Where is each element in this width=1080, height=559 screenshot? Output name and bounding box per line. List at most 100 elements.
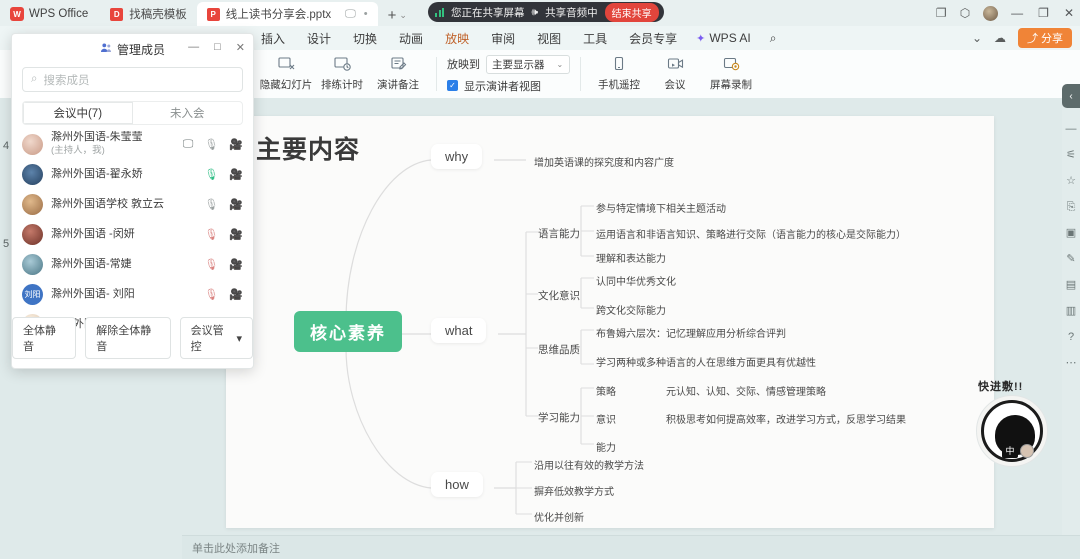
maximize-button[interactable]: ❐ xyxy=(1038,6,1049,20)
screen-share-icon[interactable]: 🖵 xyxy=(183,138,194,151)
mic-on-icon[interactable]: 🎙 xyxy=(204,168,218,181)
menu-item-slideshow[interactable]: 放映 xyxy=(434,28,480,52)
member-row-0[interactable]: 滁州外国语-朱莹莹 (主持人，我) 🖵 🎙 🎥 xyxy=(12,129,253,159)
mindmap-node-thinking-quality[interactable]: 思维品质 xyxy=(538,342,580,357)
slide-canvas-area[interactable]: 主要内容 核心素养 why 增加英语课的探究度和内容广度 what 语言能力 参… xyxy=(182,98,1062,535)
mindmap-leaf-learn-strategy[interactable]: 策略 xyxy=(596,383,616,398)
mindmap-detail-learn-awareness[interactable]: 积极思考如何提高效率，改进学习方式，反思学习结果 xyxy=(666,411,906,426)
mic-off-icon[interactable]: 🎙 xyxy=(204,258,218,271)
mindmap-leaf-how-2[interactable]: 摒弃低效教学方式 xyxy=(534,483,614,498)
help-circle-icon[interactable]: ? xyxy=(1068,332,1074,343)
mindmap-node-why[interactable]: why xyxy=(431,144,483,169)
notes-bar[interactable]: 单击此处添加备注 xyxy=(182,535,1080,559)
camera-off-icon[interactable]: 🎥 xyxy=(229,168,243,181)
mindmap-leaf-learn-ability[interactable]: 能力 xyxy=(596,439,616,454)
sliders-icon[interactable]: ⚟ xyxy=(1066,150,1076,161)
more-dots-icon[interactable]: ⋯ xyxy=(1066,358,1077,369)
help-icon[interactable]: ⌄ xyxy=(972,31,982,45)
mindmap-node-language-ability[interactable]: 语言能力 xyxy=(538,226,580,241)
mindmap-detail-learn-strategy[interactable]: 元认知、认知、交际、情感管理策略 xyxy=(666,383,826,398)
menu-item-member[interactable]: 会员专享 xyxy=(618,28,688,49)
member-row-3[interactable]: 滁州外国语 -闵妍 🎙 🎥 xyxy=(12,219,253,249)
phone-remote-button[interactable]: 手机遥控 xyxy=(591,56,647,92)
close-button[interactable]: ✕ xyxy=(1064,6,1074,20)
camera-off-icon[interactable]: 🎥 xyxy=(229,198,243,211)
member-panel-close[interactable]: ✕ xyxy=(236,41,245,54)
mindmap-leaf-how-1[interactable]: 沿用以往有效的教学方法 xyxy=(534,457,644,472)
camera-off-icon[interactable]: 🎥 xyxy=(229,288,243,301)
mindmap-leaf-how-3[interactable]: 优化并创新 xyxy=(534,509,584,524)
cloud-icon[interactable]: ☁ xyxy=(994,31,1006,45)
member-panel-footer[interactable]: 全体静音 解除全体静音 会议管控 ▾ xyxy=(12,317,253,359)
member-list[interactable]: 滁州外国语-朱莹莹 (主持人，我) 🖵 🎙 🎥 滁州外国语-翟永娇 🎙 🎥 滁州… xyxy=(12,129,253,334)
menu-item-wps-ai[interactable]: ✦ WPS AI xyxy=(688,29,759,47)
avatar[interactable] xyxy=(983,5,999,21)
image-icon[interactable]: ▣ xyxy=(1066,228,1076,239)
share-button[interactable]: ⤴ 分享 xyxy=(1018,28,1072,48)
mindmap-leaf-think-1[interactable]: 布鲁姆六层次：记忆理解应用分析综合评判 xyxy=(596,325,786,340)
tab-extra-icons[interactable]: 🖵 • xyxy=(345,8,367,21)
mic-off-icon[interactable]: 🎙 xyxy=(204,228,218,241)
menu-item-tools[interactable]: 工具 xyxy=(572,28,618,49)
mindmap-leaf-think-2[interactable]: 学习两种或多种语言的人在思维方面更具有优越性 xyxy=(596,354,816,369)
mindmap-node-how[interactable]: how xyxy=(431,472,483,497)
mic-icon[interactable]: 🎙 xyxy=(204,138,218,151)
tab-close-dot-icon[interactable]: • xyxy=(364,8,368,20)
mindmap-node-learning-ability[interactable]: 学习能力 xyxy=(538,410,580,425)
mindmap-leaf-lang-3[interactable]: 理解和表达能力 xyxy=(596,250,666,265)
search-icon[interactable]: ⌕ xyxy=(759,29,788,48)
browser-tab-template[interactable]: D 找稿壳模板 xyxy=(100,2,197,26)
magic-wand-icon[interactable]: ✎ xyxy=(1066,254,1075,265)
menu-item-transition[interactable]: 切换 xyxy=(342,28,388,49)
presenter-view-checkbox[interactable]: ✓ xyxy=(447,80,458,91)
member-search-input[interactable]: ⌕ 搜索成员 xyxy=(22,67,243,92)
mindmap-leaf-culture-2[interactable]: 跨文化交际能力 xyxy=(596,302,666,317)
member-row-2[interactable]: 滁州外国语学校 敦立云 🎙 🎥 xyxy=(12,189,253,219)
member-row-4[interactable]: 滁州外国语-常婕 🎙 🎥 xyxy=(12,249,253,279)
camera-off-icon[interactable]: 🎥 xyxy=(229,228,243,241)
mindmap-core-node[interactable]: 核心素养 xyxy=(294,311,402,352)
hide-slide-button[interactable]: 隐藏幻灯片 xyxy=(258,56,314,92)
minus-icon[interactable]: — xyxy=(1066,124,1077,135)
end-share-button[interactable]: 结束共享 xyxy=(604,2,659,22)
member-row-1[interactable]: 滁州外国语-翟永娇 🎙 🎥 xyxy=(12,159,253,189)
menu-item-animation[interactable]: 动画 xyxy=(388,28,434,49)
book-icon[interactable]: ▤ xyxy=(1066,280,1076,291)
toolbox-icon[interactable]: ▥ xyxy=(1066,306,1076,317)
mindmap-leaf-culture-1[interactable]: 认同中华优秀文化 xyxy=(596,273,676,288)
box-icon[interactable]: ⬡ xyxy=(960,6,970,20)
menu-item-design[interactable]: 设计 xyxy=(296,28,342,49)
member-icons-2[interactable]: 🎙 🎥 xyxy=(204,198,243,211)
mindmap-leaf-why-1[interactable]: 增加英语课的探究度和内容广度 xyxy=(534,154,674,169)
member-icons-5[interactable]: 🎙 🎥 xyxy=(204,288,243,301)
browser-tab-pptx[interactable]: P 线上读书分享会.pptx 🖵 • xyxy=(196,2,378,26)
member-icons-0[interactable]: 🖵 🎙 🎥 xyxy=(183,138,243,151)
member-icons-3[interactable]: 🎙 🎥 xyxy=(204,228,243,241)
slide-content[interactable]: 主要内容 核心素养 why 增加英语课的探究度和内容广度 what 语言能力 参… xyxy=(226,116,994,528)
mindmap-leaf-learn-awareness[interactable]: 意识 xyxy=(596,411,616,426)
presenter-view-row[interactable]: ✓ 显示演讲者视图 xyxy=(447,78,570,94)
mindmap-leaf-lang-1[interactable]: 参与特定情境下相关主题活动 xyxy=(596,200,726,215)
member-panel-minimize[interactable]: — xyxy=(188,41,199,54)
camera-off-icon[interactable]: 🎥 xyxy=(229,258,243,271)
new-tab-button[interactable]: + ⌄ xyxy=(378,7,413,26)
minimize-button[interactable]: — xyxy=(1011,6,1023,20)
projection-select[interactable]: 主要显示器 ⌄ xyxy=(486,54,570,74)
camera-off-icon[interactable]: 🎥 xyxy=(229,138,243,151)
unmute-all-button[interactable]: 解除全体静音 xyxy=(85,317,171,359)
tab-in-meeting[interactable]: 会议中(7) xyxy=(23,102,133,124)
mindmap-node-cultural-awareness[interactable]: 文化意识 xyxy=(538,288,580,303)
mindmap-leaf-lang-2[interactable]: 运用语言和非语言知识、策略进行交际（语言能力的核心是交际能力） xyxy=(596,226,906,241)
rehearse-timer-button[interactable]: 排练计时 xyxy=(314,56,370,92)
tab-monitor-icon[interactable]: 🖵 xyxy=(345,8,356,21)
member-icons-1[interactable]: 🎙 🎥 xyxy=(204,168,243,181)
menu-item-insert[interactable]: 插入 xyxy=(250,28,296,49)
member-panel-tabs[interactable]: 会议中(7) 未入会 xyxy=(22,101,243,125)
tab-not-joined[interactable]: 未入会 xyxy=(133,102,243,124)
member-icons-4[interactable]: 🎙 🎥 xyxy=(204,258,243,271)
meeting-control-button[interactable]: 会议管控 ▾ xyxy=(179,317,253,359)
mic-off-icon[interactable]: 🎙 xyxy=(204,288,218,301)
member-panel-maximize[interactable]: □ xyxy=(214,41,221,54)
mindmap-node-what[interactable]: what xyxy=(431,318,487,343)
menu-item-review[interactable]: 审阅 xyxy=(480,28,526,49)
